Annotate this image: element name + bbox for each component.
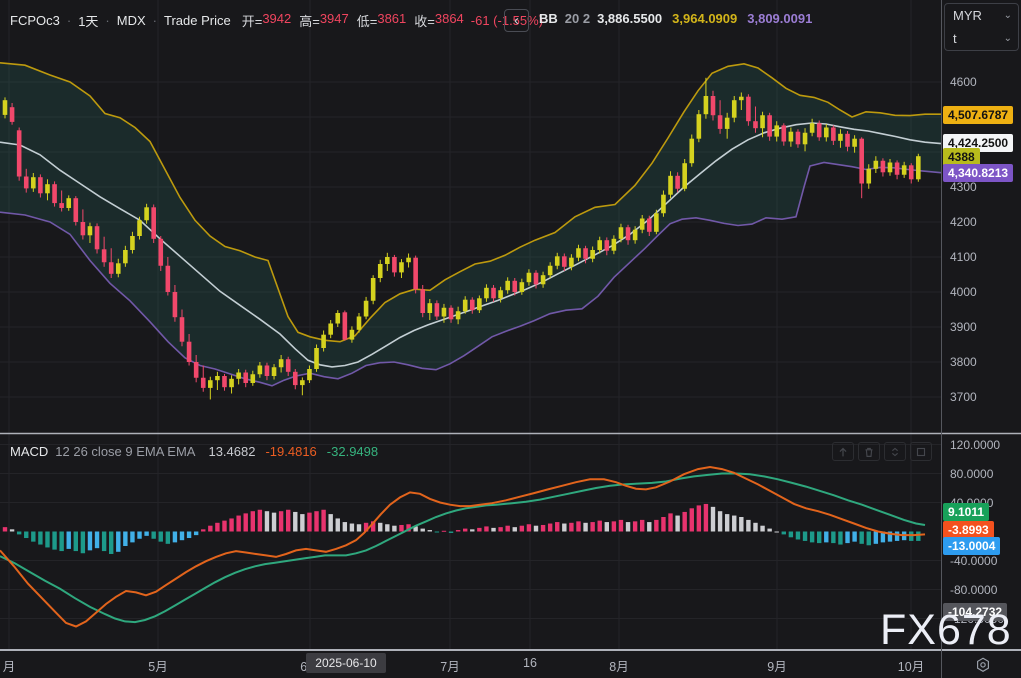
price-tick-label: 4000 — [950, 284, 977, 300]
macd-signal-value-badge: 9.1011 — [943, 503, 989, 521]
ohlc-label: 开= — [242, 11, 263, 30]
indicator-value: -19.4816 — [265, 444, 316, 459]
legend-separator: · — [153, 13, 157, 28]
macd-tick-label: 80.0000 — [950, 466, 993, 482]
time-tick-label: 10月 — [876, 656, 946, 675]
ohlc-item: 收=3864 — [414, 11, 464, 30]
time-scale[interactable]: 月5月6月7月168月9月10月2025-06-10 — [0, 651, 1021, 678]
interval-label[interactable]: 1天 — [78, 11, 98, 30]
indicator-value: 3,886.5500 — [597, 11, 662, 26]
macd-title[interactable]: MACD — [10, 444, 48, 459]
price-tick-label: 3800 — [950, 354, 977, 370]
ohlc-label: 低= — [357, 11, 378, 30]
currency-value: MYR — [953, 8, 982, 23]
ohlc-item: 开=3942 — [242, 11, 292, 30]
time-tick-label: 8月 — [584, 656, 654, 675]
macd-values: 13.4682 -19.4816 -32.9498 — [208, 444, 378, 459]
price-tick-label: 4100 — [950, 249, 977, 265]
gear-icon — [974, 656, 992, 674]
indicator-value: 3,809.0091 — [747, 11, 812, 26]
time-tick-label: 5月 — [123, 656, 193, 675]
scale-settings-button[interactable] — [962, 654, 1004, 675]
macd-tick-label: 120.0000 — [950, 437, 1000, 453]
currency-dropdown[interactable]: MYR ⌄ — [945, 4, 1018, 27]
ohlc-label: 高= — [299, 11, 320, 30]
bb-values: 3,886.5500 3,964.0909 3,809.0091 — [597, 11, 812, 26]
pane-maximize-button[interactable] — [910, 442, 932, 461]
trash-icon — [862, 445, 876, 459]
pane-collapse-button[interactable] — [884, 442, 906, 461]
ohlc-values: 开=3942 高=3947 低=3861 收=3864 — [242, 11, 464, 30]
collapse-icon — [888, 445, 902, 459]
fx678-watermark: FX678 — [880, 608, 1012, 652]
bb-lower-value-badge: 4,340.8213 — [943, 164, 1013, 182]
macd-tick-label: -80.0000 — [950, 582, 997, 598]
pane-move-up-button[interactable] — [832, 442, 854, 461]
currency-unit-selector: MYR ⌄ t ⌄ — [944, 3, 1019, 51]
macd-params: 12 26 close 9 EMA EMA — [55, 444, 195, 459]
time-tick-label: 9月 — [742, 656, 812, 675]
indicator-value: 3,964.0909 — [672, 11, 737, 26]
price-chart-canvas[interactable] — [0, 0, 1021, 678]
ohlc-item: 高=3947 — [299, 11, 349, 30]
ohlc-item: 低=3861 — [357, 11, 407, 30]
price-tick-label: 4200 — [950, 214, 977, 230]
ohlc-value: 3947 — [320, 11, 349, 30]
legend-separator: · — [67, 13, 71, 28]
symbol-legend: FCPOc3 · 1天 · MDX · Trade Price 开=3942 高=… — [10, 11, 543, 30]
time-tick-label: 7月 — [415, 656, 485, 675]
bb-params: 20 2 — [565, 11, 590, 26]
arrow-up-icon — [836, 445, 850, 459]
time-tick-label: 16 — [495, 656, 565, 670]
price-tick-label: 3700 — [950, 389, 977, 405]
pane-toolbar — [832, 442, 932, 461]
legend-collapse-button[interactable]: ‹ — [504, 9, 529, 32]
unit-dropdown[interactable]: t ⌄ — [945, 27, 1018, 50]
pane-delete-button[interactable] — [858, 442, 880, 461]
maximize-icon — [914, 445, 928, 459]
price-tick-label: 3900 — [950, 319, 977, 335]
legend-separator: · — [105, 13, 109, 28]
price-scale[interactable]: 46004300420041004000390038003700120.0000… — [941, 0, 1021, 651]
exchange-label[interactable]: MDX — [117, 13, 146, 28]
crosshair-date-badge: 2025-06-10 — [306, 653, 386, 673]
macd-hist-value-badge: -13.0004 — [943, 537, 1000, 555]
ohlc-label: 收= — [414, 11, 435, 30]
bb-indicator-legend: BB 20 2 3,886.5500 3,964.0909 3,809.0091 — [539, 11, 812, 26]
bb-upper-value-badge: 4,507.6787 — [943, 106, 1013, 124]
time-tick-label: 月 — [0, 656, 44, 675]
chevron-down-icon: ⌄ — [1004, 34, 1012, 44]
unit-value: t — [953, 31, 957, 46]
ohlc-value: 3864 — [435, 11, 464, 30]
macd-indicator-legend: MACD 12 26 close 9 EMA EMA 13.4682 -19.48… — [10, 444, 378, 459]
symbol-title[interactable]: FCPOc3 — [10, 13, 60, 28]
chevron-left-icon: ‹ — [514, 12, 519, 29]
ohlc-value: 3942 — [262, 11, 291, 30]
ohlc-value: 3861 — [377, 11, 406, 30]
price-type-label[interactable]: Trade Price — [164, 13, 231, 28]
trading-chart-window: FCPOc3 · 1天 · MDX · Trade Price 开=3942 高=… — [0, 0, 1021, 678]
price-tick-label: 4600 — [950, 74, 977, 90]
bb-title[interactable]: BB — [539, 11, 558, 26]
indicator-value: -32.9498 — [327, 444, 378, 459]
indicator-value: 13.4682 — [208, 444, 255, 459]
chevron-down-icon: ⌄ — [1004, 11, 1012, 21]
